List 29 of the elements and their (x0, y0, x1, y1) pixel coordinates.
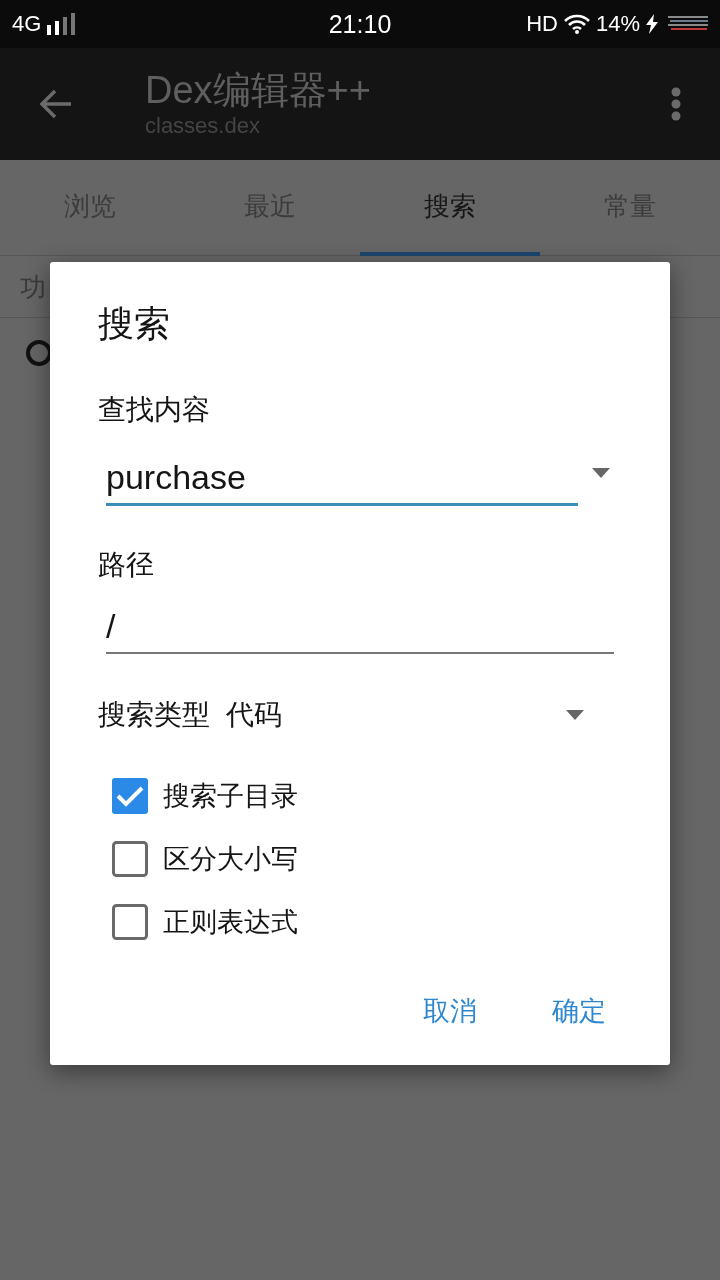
hd-indicator: HD (526, 11, 558, 37)
checkbox-label[interactable]: 正则表达式 (163, 904, 298, 939)
search-type-value[interactable]: 代码 (226, 697, 282, 733)
back-arrow-icon (40, 89, 72, 119)
dialog-button[interactable]: 取消 (411, 983, 489, 1039)
search-icon (24, 338, 50, 368)
field-label: 查找内容 (98, 394, 210, 425)
more-icon (671, 87, 681, 121)
checkbox[interactable] (112, 840, 148, 877)
input-field[interactable]: purchase (106, 452, 578, 506)
search-type-label: 搜索类型 (98, 698, 210, 732)
signal-icon (47, 13, 76, 35)
checkbox-label[interactable]: 区分大小写 (163, 841, 298, 876)
dialog-title: 搜索 (98, 303, 170, 344)
dropdown-caret-icon[interactable] (592, 468, 610, 478)
battery-percent: 14% (595, 11, 640, 37)
dialog-button[interactable]: 确定 (540, 983, 618, 1039)
clock-time: 21:10 (328, 10, 392, 38)
checkbox[interactable] (112, 777, 148, 814)
wifi-icon (563, 14, 590, 34)
field-label: 路径 (98, 549, 154, 580)
input-field[interactable]: / (106, 600, 614, 654)
app-title: Dex编辑器++ (145, 68, 371, 112)
dropdown-caret-icon[interactable] (566, 710, 584, 720)
charging-bolt-icon (646, 14, 658, 34)
checkbox-label[interactable]: 搜索子目录 (163, 778, 298, 813)
stacked-lines-icon (668, 16, 708, 32)
checkbox[interactable] (112, 903, 148, 940)
network-type: 4G (12, 11, 42, 37)
